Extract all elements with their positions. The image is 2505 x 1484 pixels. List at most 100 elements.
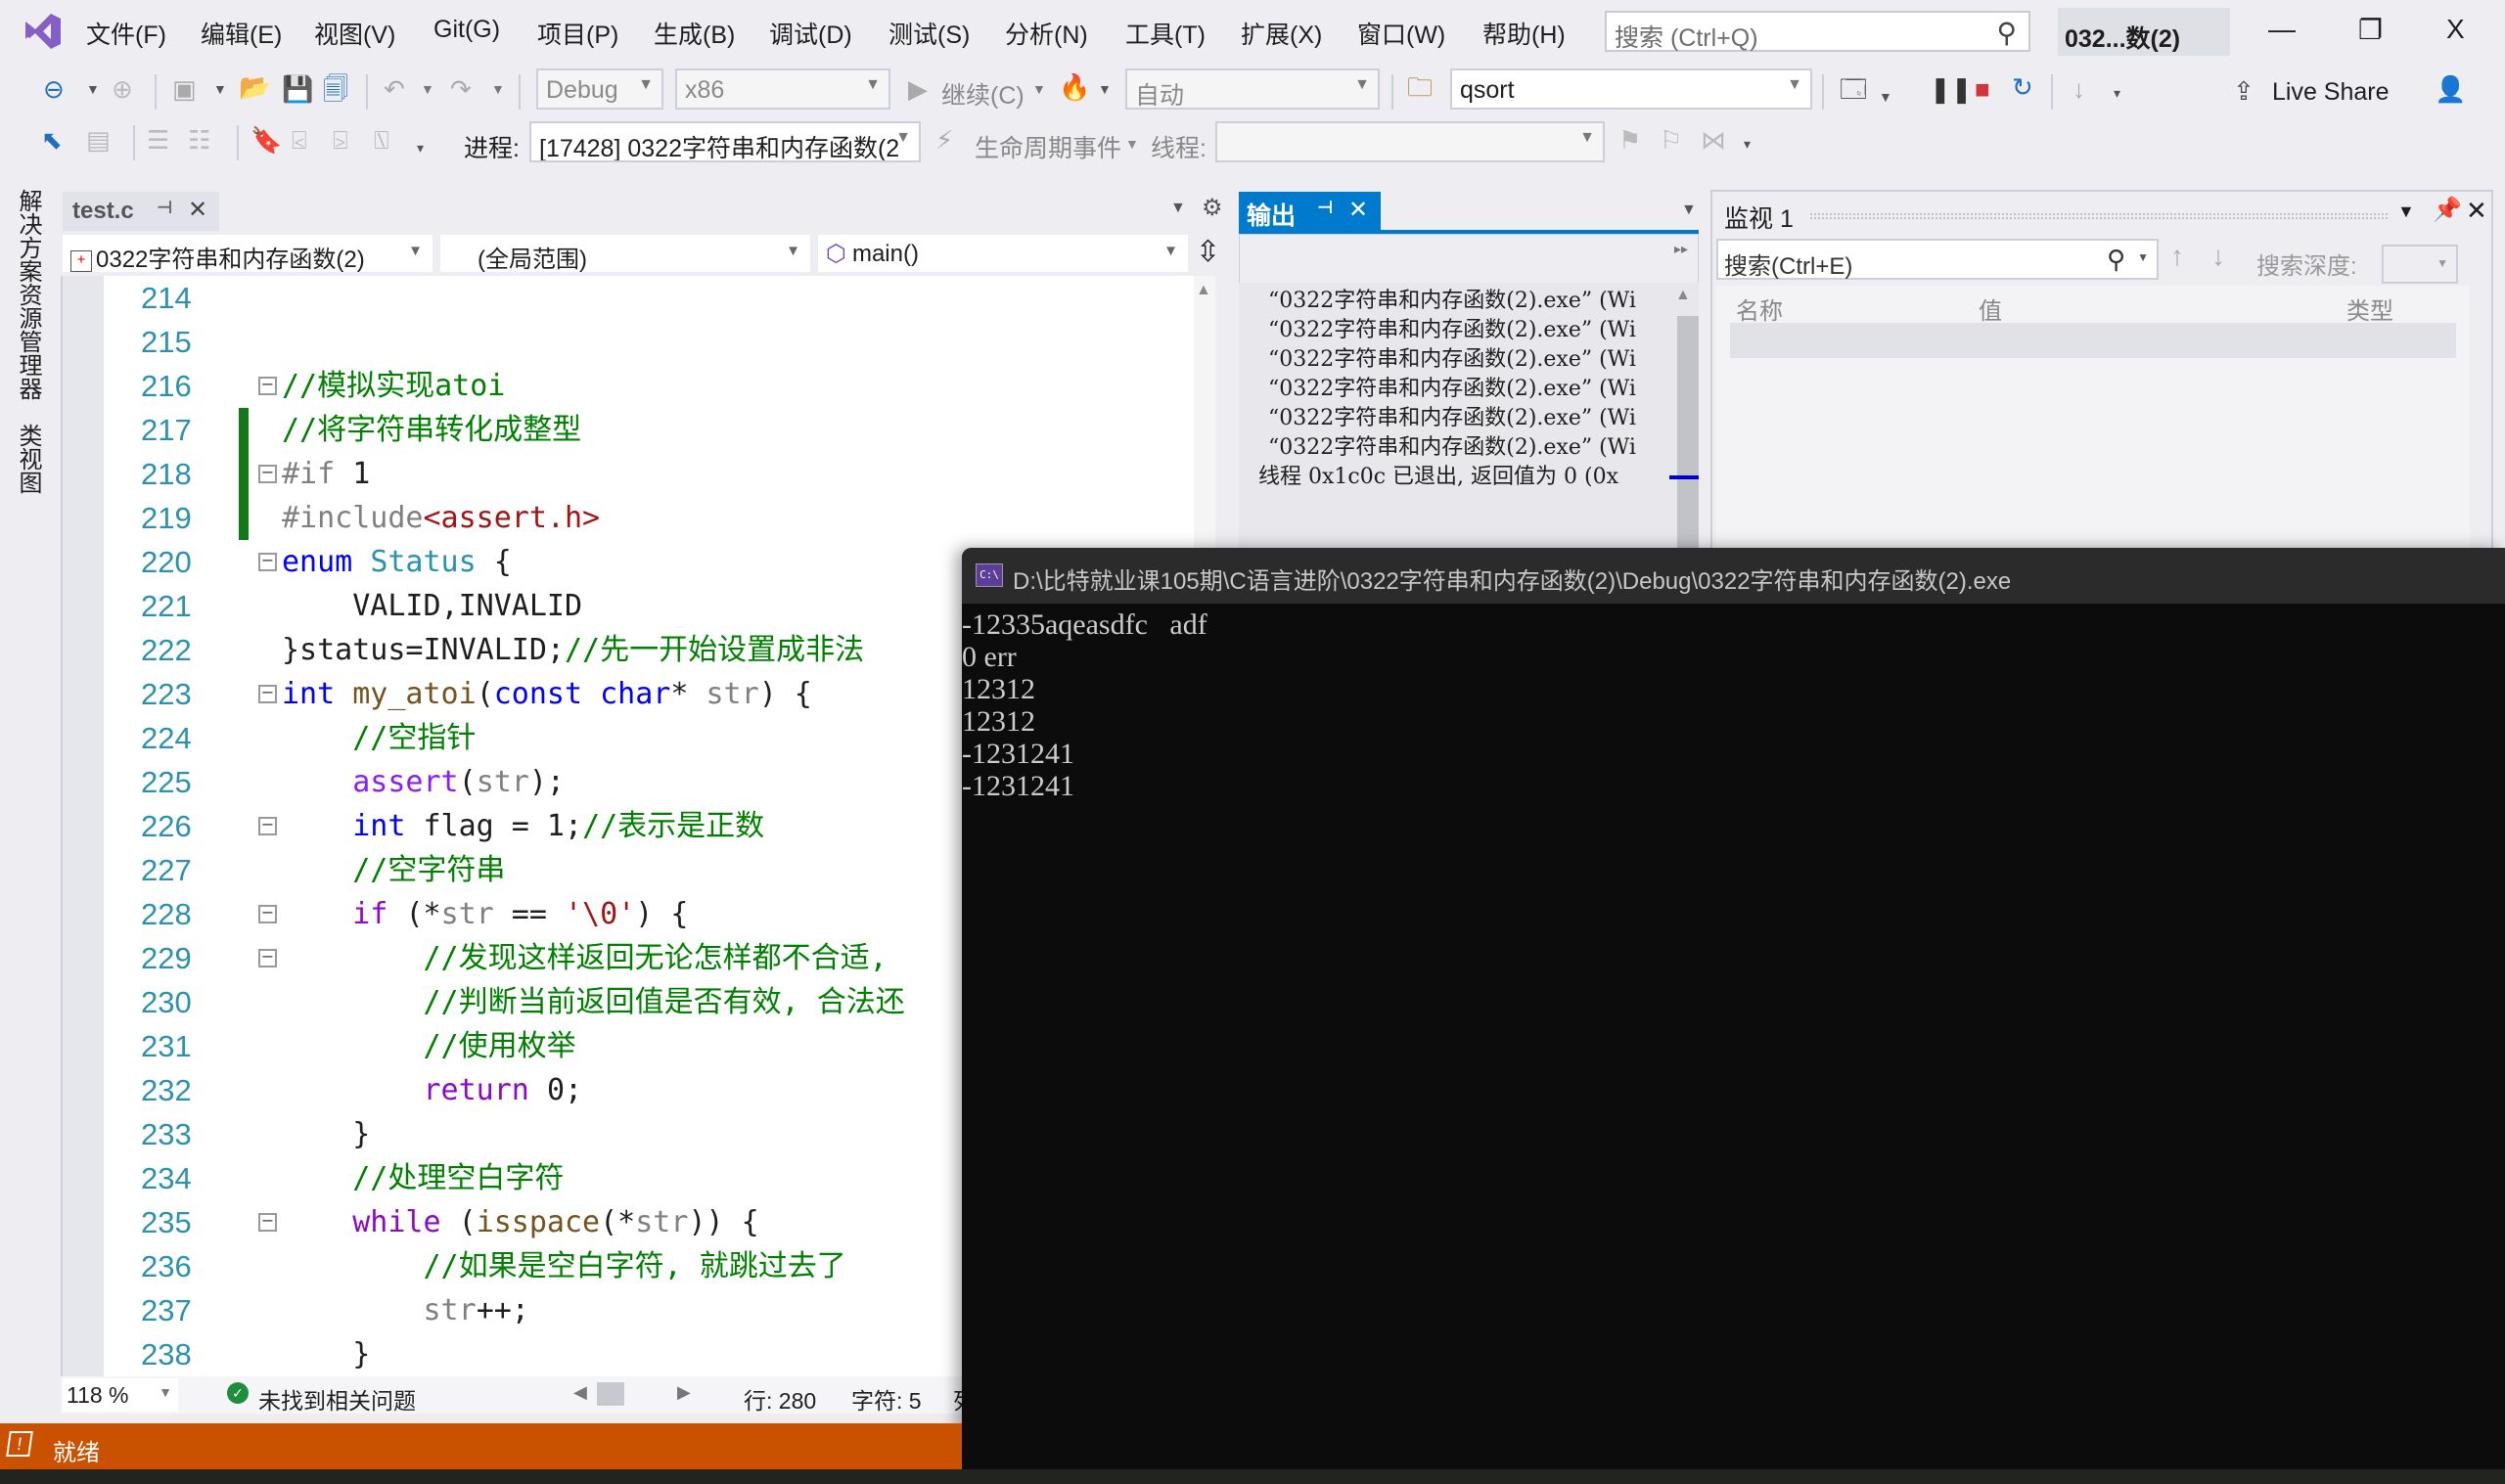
search-previous-icon[interactable]: ↑ bbox=[2170, 241, 2184, 272]
platform-select[interactable]: x86 ▼ bbox=[675, 68, 890, 110]
issues-status[interactable]: 未找到相关问题 bbox=[258, 1382, 416, 1416]
class-view-tab[interactable]: 类视图 bbox=[14, 424, 45, 494]
project-scope-select[interactable]: +0322字符串和内存函数(2) ▼ bbox=[63, 235, 433, 272]
collapse-region-icon[interactable]: − bbox=[258, 465, 277, 483]
watch-dropdown-icon[interactable]: ▼ bbox=[2397, 202, 2415, 222]
navigate-forward-icon[interactable]: ⊕ bbox=[112, 74, 133, 104]
find-combo[interactable]: qsort ▼ bbox=[1450, 68, 1812, 110]
code-line[interactable]: 219 #include<assert.h> bbox=[63, 496, 1215, 540]
code-line[interactable]: 218 − #if 1 bbox=[63, 452, 1215, 496]
continue-play-icon[interactable]: ▶ bbox=[908, 74, 928, 104]
next-bookmark-icon[interactable]: ⍄ bbox=[333, 125, 348, 155]
hot-reload-flame-icon[interactable]: 🔥 bbox=[1059, 72, 1090, 102]
break-all-pause-icon[interactable]: ❚❚ bbox=[1930, 74, 1973, 104]
save-all-icon[interactable]: 🗐 bbox=[323, 74, 348, 104]
redo-icon[interactable]: ↷ bbox=[450, 74, 472, 104]
pin-icon[interactable]: 📌 bbox=[2433, 196, 2462, 224]
drag-handle[interactable] bbox=[1810, 213, 2388, 219]
scroll-up-icon[interactable]: ▲ bbox=[1675, 287, 1691, 304]
new-project-icon[interactable]: ▣ bbox=[172, 74, 197, 104]
output-dropdown-icon[interactable]: ▼ bbox=[1681, 202, 1697, 219]
menu-build[interactable]: 生成(B) bbox=[654, 16, 735, 51]
output-text-area[interactable]: “0322字符串和内存函数(2).exe” (Wi “0322字符串和内存函数(2… bbox=[1239, 283, 1669, 557]
output-vertical-scrollbar[interactable]: ▲ bbox=[1669, 283, 1699, 557]
scroll-up-icon[interactable]: ▲ bbox=[1196, 282, 1211, 299]
watch-column-type[interactable]: 类型 bbox=[2346, 286, 2393, 326]
window-dropdown-icon[interactable]: ▼ bbox=[1879, 82, 1892, 112]
save-icon[interactable]: 💾 bbox=[282, 74, 313, 104]
menu-extensions[interactable]: 扩展(X) bbox=[1241, 16, 1322, 51]
live-share-button[interactable]: Live Share bbox=[2272, 78, 2390, 107]
code-line[interactable]: 214 bbox=[63, 276, 1215, 320]
close-tab-icon[interactable]: ✕ bbox=[1348, 196, 1368, 224]
menu-window[interactable]: 窗口(W) bbox=[1357, 16, 1445, 51]
chevron-down-icon[interactable]: ▼ bbox=[2137, 250, 2149, 264]
account-feedback-icon[interactable]: 👤 bbox=[2435, 74, 2466, 104]
thread-select[interactable]: ▼ bbox=[1215, 121, 1605, 162]
show-threads-icon[interactable]: ⋈ bbox=[1701, 125, 1726, 155]
continue-button[interactable]: 继续(C) bbox=[941, 76, 1025, 112]
output-toolbar-overflow-icon[interactable]: ▸▸ bbox=[1674, 241, 1688, 257]
flag-threads-icon[interactable]: ⚐ bbox=[1660, 125, 1682, 155]
horizontal-scroll-thumb[interactable] bbox=[597, 1382, 624, 1406]
clear-bookmarks-icon[interactable]: ⍂ bbox=[374, 125, 389, 155]
menu-debug[interactable]: 调试(D) bbox=[769, 16, 852, 51]
new-dropdown-icon[interactable]: ▼ bbox=[213, 74, 227, 104]
menu-project[interactable]: 项目(P) bbox=[537, 16, 618, 51]
open-file-icon[interactable]: 📂 bbox=[239, 72, 270, 102]
process-select[interactable]: [17428] 0322字符串和内存函数(2 ▼ bbox=[529, 121, 921, 162]
tab-list-dropdown-icon[interactable]: ▼ bbox=[1170, 200, 1186, 217]
global-search-input[interactable]: 搜索 (Ctrl+Q) ⚲ bbox=[1605, 11, 2030, 52]
navigate-back-icon[interactable]: ⊖ bbox=[43, 74, 65, 104]
lifecycle-events-button[interactable]: 生命周期事件 bbox=[975, 129, 1121, 164]
menu-analyze[interactable]: 分析(N) bbox=[1005, 16, 1088, 51]
menu-view[interactable]: 视图(V) bbox=[314, 16, 395, 51]
console-window[interactable]: C:\ D:\比特就业课105期\C语言进阶\0322字符串和内存函数(2)\D… bbox=[962, 548, 2505, 1484]
find-in-files-icon[interactable]: 🗀 bbox=[1407, 72, 1433, 102]
scroll-left-icon[interactable]: ◀ bbox=[573, 1382, 587, 1403]
collapse-region-icon[interactable]: − bbox=[258, 685, 277, 703]
collapse-region-icon[interactable]: − bbox=[258, 905, 277, 923]
menu-git[interactable]: Git(G) bbox=[433, 16, 500, 44]
toolbar-overflow-icon[interactable]: ▾ bbox=[1744, 129, 1751, 158]
auto-select[interactable]: 自动 ▼ bbox=[1125, 68, 1380, 110]
stop-debugging-icon[interactable]: ■ bbox=[1975, 74, 1990, 104]
menu-help[interactable]: 帮助(H) bbox=[1482, 16, 1566, 51]
live-share-icon[interactable]: ⇪ bbox=[2233, 76, 2254, 106]
flag-thread-icon[interactable]: ⚑ bbox=[1618, 125, 1641, 155]
comment-lines-icon[interactable]: ☰ bbox=[147, 125, 169, 155]
code-lens-icon[interactable]: ▤ bbox=[86, 125, 111, 155]
close-window-button[interactable]: X bbox=[2446, 14, 2465, 45]
collapse-region-icon[interactable]: − bbox=[258, 1213, 277, 1232]
pin-icon[interactable]: ⊣ bbox=[157, 198, 172, 218]
close-tab-icon[interactable]: ✕ bbox=[188, 196, 207, 224]
undo-icon[interactable]: ↶ bbox=[384, 74, 405, 104]
pin-icon[interactable]: ⊣ bbox=[1317, 198, 1333, 218]
bookmark-icon[interactable]: 🔖 bbox=[250, 125, 282, 155]
hot-reload-dropdown-icon[interactable]: ▼ bbox=[1098, 74, 1112, 104]
step-into-icon[interactable]: ↓ bbox=[2072, 74, 2085, 104]
collapse-region-icon[interactable]: − bbox=[258, 377, 277, 395]
menu-edit[interactable]: 编辑(E) bbox=[201, 16, 282, 51]
output-tab[interactable]: 输出 ⊣ ✕ bbox=[1239, 192, 1381, 231]
restart-icon[interactable]: ↻ bbox=[2012, 72, 2033, 102]
search-depth-select[interactable]: ▼ bbox=[2382, 245, 2458, 284]
watch-column-name[interactable]: 名称 bbox=[1736, 286, 1783, 326]
zoom-select[interactable]: 118 % ▼ bbox=[63, 1378, 178, 1412]
scroll-thumb[interactable] bbox=[1677, 316, 1699, 557]
code-line[interactable]: 217 //将字符串转化成整型 bbox=[63, 408, 1215, 452]
console-title-bar[interactable]: C:\ D:\比特就业课105期\C语言进阶\0322字符串和内存函数(2)\D… bbox=[962, 548, 2505, 604]
redo-dropdown-icon[interactable]: ▼ bbox=[491, 74, 505, 104]
watch-empty-row[interactable] bbox=[1730, 323, 2456, 358]
solution-explorer-tab[interactable]: 解决方案资源管理器 bbox=[14, 189, 45, 400]
code-line[interactable]: 216 −//模拟实现atoi bbox=[63, 364, 1215, 408]
scroll-right-icon[interactable]: ▶ bbox=[677, 1382, 691, 1403]
document-tab-test-c[interactable]: test.c ⊣ ✕ bbox=[63, 192, 219, 231]
collapse-region-icon[interactable]: − bbox=[258, 949, 277, 967]
global-scope-select[interactable]: (全局范围) ▼ bbox=[440, 235, 810, 272]
minimize-button[interactable]: — bbox=[2268, 14, 2296, 45]
watch-column-value[interactable]: 值 bbox=[1979, 286, 2002, 326]
member-select[interactable]: ⬡ main() ▼ bbox=[818, 235, 1188, 272]
lifecycle-events-icon[interactable]: ⚡ bbox=[935, 125, 953, 155]
search-next-icon[interactable]: ↓ bbox=[2211, 241, 2225, 272]
